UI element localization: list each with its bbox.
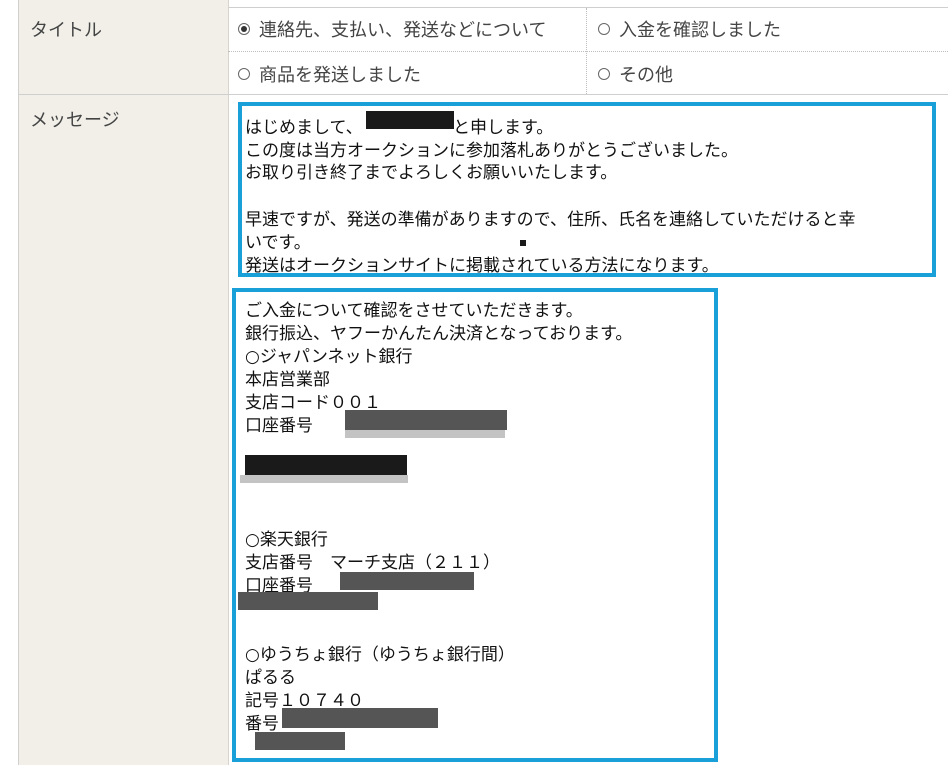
payment-line: 銀行振込、ヤフーかんたん決済となっております。	[245, 324, 633, 344]
radio-button[interactable]	[598, 68, 610, 80]
redaction	[366, 111, 454, 129]
message-line: 発送はオークションサイトに掲載されている方法になります。	[245, 256, 719, 276]
redaction	[282, 708, 438, 728]
redaction	[238, 592, 378, 610]
payment-line: ○ジャパンネット銀行	[245, 347, 413, 367]
title-option-contact[interactable]: 連絡先、支払い、発送などについて	[238, 16, 546, 42]
message-line: お取り引き終了までよろしくお願いいたします。	[245, 163, 618, 183]
message-label: メッセージ	[30, 110, 120, 131]
title-option-label: 連絡先、支払い、発送などについて	[259, 20, 547, 41]
payment-line: 番号	[245, 714, 279, 734]
payment-line: ○ゆうちょ銀行（ゆうちょ銀行間）	[245, 645, 515, 665]
payment-line: ぱるる	[245, 668, 296, 688]
title-option-label: その他	[619, 65, 673, 86]
cursor-mark	[520, 240, 526, 246]
top-border	[228, 7, 948, 8]
title-option-label: 商品を発送しました	[259, 65, 421, 86]
radio-button[interactable]	[598, 23, 610, 35]
radio-button[interactable]	[238, 68, 250, 80]
redaction	[345, 410, 507, 430]
payment-line: 支店番号 マーチ支店（２１１）	[245, 553, 500, 573]
option-row-divider	[228, 51, 948, 52]
message-line: はじめまして、	[245, 118, 363, 138]
redaction	[340, 572, 474, 590]
payment-line: 口座番号	[245, 416, 313, 436]
message-line: と申します。	[453, 118, 554, 138]
title-label: タイトル	[30, 20, 102, 41]
payment-line: ご入金について確認をさせていただきます。	[245, 301, 583, 321]
redaction	[255, 732, 345, 750]
redaction	[245, 455, 407, 475]
title-option-payment-confirmed[interactable]: 入金を確認しました	[598, 16, 781, 42]
message-line: いです。	[245, 233, 311, 253]
title-option-shipped[interactable]: 商品を発送しました	[238, 61, 421, 87]
radio-button-selected[interactable]	[238, 23, 250, 35]
payment-line: ○楽天銀行	[245, 530, 328, 550]
row-divider	[18, 94, 948, 95]
message-line: 早速ですが、発送の準備がありますので、住所、氏名を連絡していただけると幸	[245, 210, 856, 230]
title-option-other[interactable]: その他	[598, 61, 673, 87]
payment-line: 本店営業部	[245, 370, 330, 390]
title-option-label: 入金を確認しました	[619, 20, 781, 41]
redaction	[240, 475, 408, 483]
redaction	[345, 430, 505, 438]
